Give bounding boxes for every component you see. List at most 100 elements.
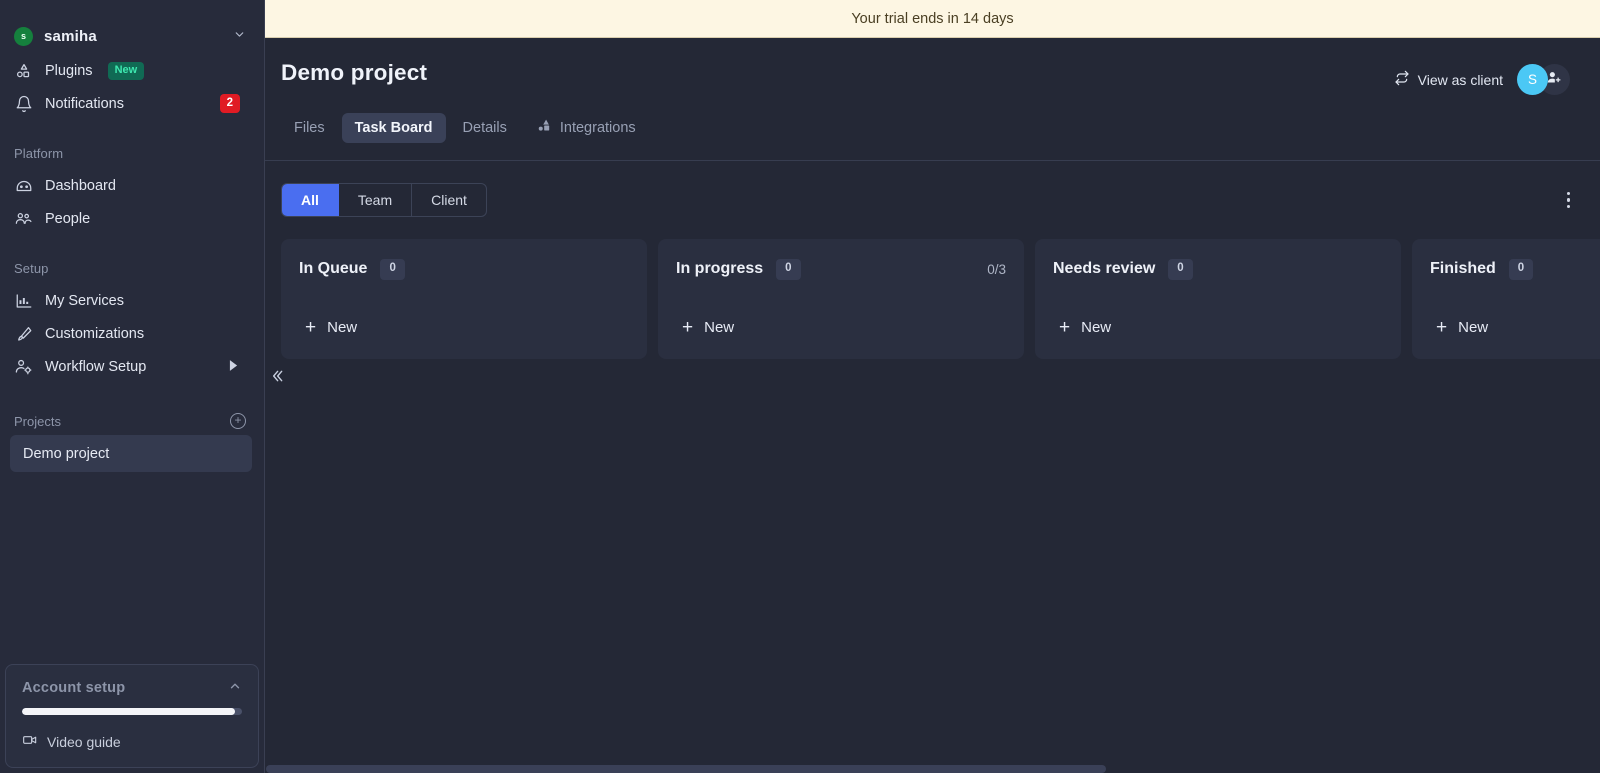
dashboard-icon bbox=[14, 176, 33, 195]
chevron-up-icon[interactable] bbox=[228, 679, 242, 696]
sidebar: s samiha Plugins New Notifications 2 Pla… bbox=[0, 0, 265, 773]
account-setup-progress-fill bbox=[22, 708, 235, 715]
project-label: Demo project bbox=[23, 446, 109, 462]
filter-client[interactable]: Client bbox=[412, 184, 486, 216]
sidebar-spacer bbox=[0, 472, 264, 664]
sidebar-item-people[interactable]: People bbox=[0, 202, 264, 235]
header-avatars: S bbox=[1517, 64, 1570, 95]
add-task-label: New bbox=[1081, 319, 1111, 336]
sidebar-section-platform: Platform bbox=[0, 146, 264, 161]
sidebar-item-label: Customizations bbox=[45, 326, 144, 342]
column-header: In progress 0 0/3 bbox=[676, 259, 1006, 280]
sidebar-item-customizations[interactable]: Customizations bbox=[0, 317, 264, 350]
column-title: Needs review bbox=[1053, 260, 1155, 278]
page-title: Demo project bbox=[281, 60, 427, 86]
add-task-button[interactable]: + New bbox=[299, 318, 629, 337]
column-header-left: In Queue 0 bbox=[299, 259, 405, 280]
tab-label: Task Board bbox=[355, 120, 433, 136]
workspace-name: samiha bbox=[44, 28, 222, 45]
workspace-switcher[interactable]: s samiha bbox=[0, 18, 264, 54]
page-header: Demo project View as client S bbox=[265, 38, 1600, 95]
kebab-menu-icon[interactable] bbox=[1561, 186, 1577, 215]
account-setup-header[interactable]: Account setup bbox=[22, 679, 242, 696]
sidebar-item-label: People bbox=[45, 211, 90, 227]
kanban-column: Needs review 0 + New bbox=[1035, 239, 1401, 359]
column-count-badge: 0 bbox=[1509, 259, 1533, 280]
add-task-label: New bbox=[327, 319, 357, 336]
chevron-down-icon[interactable] bbox=[233, 28, 246, 44]
sidebar-item-dashboard[interactable]: Dashboard bbox=[0, 169, 264, 202]
video-guide-link[interactable]: Video guide bbox=[22, 732, 242, 751]
sidebar-item-label: My Services bbox=[45, 293, 124, 309]
sidebar-item-plugins[interactable]: Plugins New bbox=[0, 54, 264, 87]
user-gear-icon bbox=[14, 357, 33, 376]
column-header: In Queue 0 bbox=[299, 259, 629, 280]
brush-icon bbox=[14, 324, 33, 343]
sidebar-item-label: Dashboard bbox=[45, 178, 116, 194]
double-chevron-left-icon[interactable] bbox=[264, 362, 290, 390]
add-task-button[interactable]: + New bbox=[1053, 318, 1383, 337]
tab-integrations[interactable]: Integrations bbox=[524, 111, 649, 144]
audience-filter: All Team Client bbox=[281, 183, 487, 217]
project-tabs: Files Task Board Details Integrations bbox=[265, 95, 1600, 144]
sidebar-section-setup: Setup bbox=[0, 261, 264, 276]
column-title: In progress bbox=[676, 260, 763, 278]
app-root: s samiha Plugins New Notifications 2 Pla… bbox=[0, 0, 1600, 773]
services-chart-icon bbox=[14, 291, 33, 310]
tab-task-board[interactable]: Task Board bbox=[342, 113, 446, 143]
board-filter-row: All Team Client bbox=[265, 161, 1600, 217]
add-task-button[interactable]: + New bbox=[676, 318, 1006, 337]
kanban-board: In Queue 0 + New In progress 0 bbox=[281, 239, 1600, 359]
sidebar-section-projects: Projects bbox=[14, 414, 61, 429]
sidebar-item-label: Plugins bbox=[45, 63, 93, 79]
avatar-initial: S bbox=[1528, 72, 1537, 87]
integrations-icon bbox=[537, 118, 552, 137]
sidebar-item-my-services[interactable]: My Services bbox=[0, 284, 264, 317]
kanban-board-wrapper: In Queue 0 + New In progress 0 bbox=[265, 217, 1600, 773]
horizontal-scrollbar[interactable] bbox=[266, 765, 1106, 773]
column-header-left: Finished 0 bbox=[1430, 259, 1533, 280]
video-camera-icon bbox=[22, 732, 38, 751]
column-title: Finished bbox=[1430, 260, 1496, 278]
add-task-label: New bbox=[704, 319, 734, 336]
tab-label: Integrations bbox=[560, 120, 636, 136]
sidebar-item-label: Notifications bbox=[45, 96, 124, 112]
column-count-badge: 0 bbox=[1168, 259, 1192, 280]
switch-arrows-icon bbox=[1394, 70, 1410, 89]
video-guide-label: Video guide bbox=[47, 734, 121, 750]
add-task-button[interactable]: + New bbox=[1430, 318, 1600, 337]
account-setup-card: Account setup Video guide bbox=[5, 664, 259, 768]
trial-banner: Your trial ends in 14 days bbox=[265, 0, 1600, 38]
bell-icon bbox=[14, 94, 33, 113]
sidebar-project-demo-project[interactable]: Demo project bbox=[10, 435, 252, 472]
tab-label: Files bbox=[294, 120, 325, 136]
sidebar-item-label: Workflow Setup bbox=[45, 359, 146, 375]
kanban-column: In progress 0 0/3 + New bbox=[658, 239, 1024, 359]
chevron-right-icon[interactable] bbox=[229, 360, 238, 373]
plugins-new-badge: New bbox=[108, 62, 145, 80]
filter-label: All bbox=[301, 192, 319, 208]
filter-all[interactable]: All bbox=[282, 184, 339, 216]
view-as-client-button[interactable]: View as client bbox=[1394, 70, 1503, 89]
filter-team[interactable]: Team bbox=[339, 184, 412, 216]
tab-files[interactable]: Files bbox=[281, 113, 338, 143]
sidebar-item-notifications[interactable]: Notifications 2 bbox=[0, 87, 264, 120]
trial-banner-text: Your trial ends in 14 days bbox=[851, 11, 1013, 27]
avatar[interactable]: S bbox=[1517, 64, 1548, 95]
sidebar-item-workflow-setup[interactable]: Workflow Setup bbox=[0, 350, 264, 383]
filter-label: Team bbox=[358, 192, 392, 208]
kanban-column: In Queue 0 + New bbox=[281, 239, 647, 359]
tab-details[interactable]: Details bbox=[450, 113, 520, 143]
plus-circle-icon[interactable]: + bbox=[230, 413, 246, 429]
account-setup-progress bbox=[22, 708, 242, 715]
column-header-left: In progress 0 bbox=[676, 259, 801, 280]
column-count-badge: 0 bbox=[776, 259, 800, 280]
column-header: Needs review 0 bbox=[1053, 259, 1383, 280]
plus-icon: + bbox=[682, 318, 693, 337]
people-icon bbox=[14, 209, 33, 228]
add-user-icon bbox=[1546, 69, 1563, 91]
notifications-count-badge: 2 bbox=[220, 94, 240, 113]
account-setup-title: Account setup bbox=[22, 680, 125, 696]
column-count-badge: 0 bbox=[380, 259, 404, 280]
view-as-client-label: View as client bbox=[1418, 72, 1503, 88]
